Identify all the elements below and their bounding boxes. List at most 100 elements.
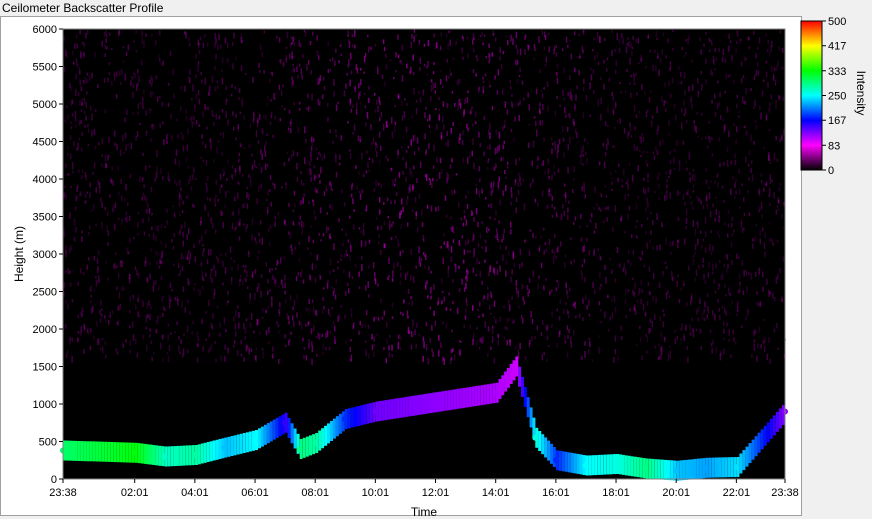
- backscatter-cell: [435, 392, 439, 413]
- backscatter-cell: [230, 436, 234, 456]
- backscatter-cell: [146, 444, 150, 465]
- backscatter-cell: [80, 441, 84, 462]
- backscatter-cell: [302, 437, 306, 458]
- backscatter-cell: [378, 401, 382, 421]
- backscatter-cell: [242, 433, 246, 453]
- backscatter-cell: [182, 445, 186, 466]
- backscatter-cell: [512, 360, 516, 381]
- backscatter-cell: [727, 457, 731, 478]
- backscatter-cell: [357, 406, 360, 426]
- backscatter-cell: [654, 459, 658, 480]
- backscatter-cell: [696, 458, 700, 479]
- y-tick-label: 500: [39, 437, 57, 449]
- colorbar-gradient: [800, 20, 823, 171]
- boundary-point: [582, 462, 589, 469]
- backscatter-cell: [477, 385, 481, 406]
- backscatter-cell: [128, 442, 132, 463]
- backscatter-cell: [685, 459, 689, 480]
- backscatter-cell: [564, 451, 568, 472]
- plot-area[interactable]: [60, 28, 788, 481]
- backscatter-cell: [509, 364, 513, 384]
- backscatter-cell: [290, 423, 294, 444]
- backscatter-cell: [489, 383, 493, 404]
- backscatter-cell: [405, 396, 409, 417]
- backscatter-cell: [110, 442, 114, 462]
- backscatter-cell: [486, 384, 490, 405]
- backscatter-cell: [597, 454, 601, 475]
- backscatter-cell: [275, 417, 279, 438]
- backscatter-cell: [521, 376, 524, 397]
- backscatter-cell: [269, 421, 273, 442]
- backscatter-cell: [754, 436, 758, 457]
- backscatter-cell: [498, 379, 502, 399]
- backscatter-cell: [588, 455, 592, 476]
- backscatter-cell: [98, 441, 102, 462]
- y-tick-label: 3000: [33, 249, 57, 261]
- x-tick-label: 08:01: [301, 487, 329, 499]
- backscatter-cell: [116, 442, 120, 463]
- x-tick-label: 10:01: [362, 487, 390, 499]
- backscatter-cell: [579, 454, 583, 475]
- y-tick-label: 4000: [33, 174, 57, 186]
- backscatter-cell: [576, 453, 580, 474]
- backscatter-cell: [101, 441, 105, 462]
- backscatter-cell: [670, 460, 674, 481]
- backscatter-cell: [272, 419, 276, 440]
- backscatter-cell: [504, 371, 508, 392]
- y-tick-label: 3500: [33, 212, 57, 224]
- backscatter-cell: [293, 428, 297, 449]
- y-tick-label: 6000: [33, 24, 57, 36]
- backscatter-cell: [155, 445, 159, 466]
- backscatter-cell: [483, 384, 487, 405]
- backscatter-cell: [570, 452, 574, 473]
- backscatter-cell: [775, 411, 779, 432]
- backscatter-cell: [423, 394, 427, 414]
- y-tick-label: 1000: [33, 399, 57, 411]
- boundary-point: [532, 434, 539, 441]
- backscatter-cell: [748, 443, 752, 464]
- backscatter-cell: [239, 433, 243, 454]
- backscatter-cell: [591, 455, 595, 476]
- backscatter-cell: [113, 442, 117, 463]
- backscatter-cell: [122, 442, 126, 463]
- colorbar-tick-label: 250: [828, 91, 846, 103]
- backscatter-cell: [772, 415, 776, 436]
- backscatter-cell: [760, 429, 764, 450]
- y-tick-label: 0: [51, 474, 57, 486]
- backscatter-cell: [715, 457, 718, 478]
- backscatter-cell: [104, 441, 108, 462]
- colorbar-tick-label: 83: [828, 140, 840, 152]
- backscatter-cell: [532, 417, 536, 438]
- boundary-point: [642, 465, 649, 472]
- backscatter-cell: [197, 444, 201, 465]
- backscatter-cell: [77, 441, 81, 461]
- backscatter-cell: [206, 442, 210, 462]
- backscatter-cell: [745, 446, 749, 467]
- y-tick-label: 2500: [33, 287, 57, 299]
- backscatter-cell: [69, 440, 72, 461]
- backscatter-cell: [664, 459, 667, 480]
- backscatter-cell: [552, 447, 556, 467]
- backscatter-cell: [309, 435, 312, 456]
- backscatter-cell: [387, 399, 391, 420]
- boundary-point: [613, 461, 619, 467]
- backscatter-cell: [287, 418, 291, 438]
- backscatter-cell: [468, 387, 472, 407]
- boundary-point: [552, 457, 559, 464]
- backscatter-cell: [724, 457, 728, 478]
- backscatter-cell: [426, 393, 430, 414]
- backscatter-cell: [305, 436, 309, 457]
- backscatter-cell: [718, 457, 721, 478]
- backscatter-cell: [408, 396, 412, 417]
- backscatter-cell: [330, 421, 333, 441]
- backscatter-cell: [119, 442, 123, 463]
- backscatter-cell: [369, 403, 373, 423]
- x-tick-label: 22:01: [723, 487, 751, 499]
- backscatter-cell: [324, 425, 328, 446]
- backscatter-cell: [600, 454, 604, 475]
- backscatter-cell: [624, 455, 628, 476]
- backscatter-cell: [125, 442, 129, 463]
- backscatter-cell: [209, 441, 213, 462]
- backscatter-cell: [384, 400, 388, 421]
- backscatter-cell: [417, 394, 421, 415]
